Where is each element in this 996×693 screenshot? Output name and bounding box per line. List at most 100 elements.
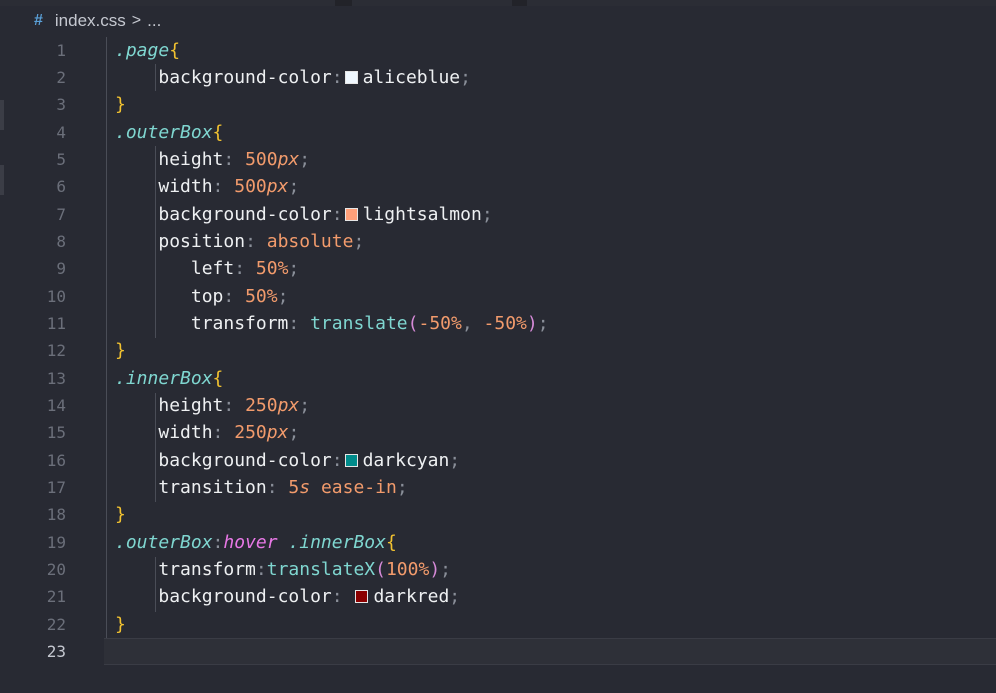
code-line[interactable]: 11 transform: translate(-50%, -50%); (0, 310, 996, 337)
tab-strip-segment (0, 0, 335, 6)
code-line[interactable]: 15 width: 250px; (0, 419, 996, 446)
colon: : (255, 559, 267, 580)
code-text: top: 50%; (115, 283, 289, 310)
keyword: ease-in (320, 477, 397, 498)
colon: : (331, 204, 343, 225)
paren: ( (407, 313, 419, 334)
brace: } (115, 94, 126, 115)
colon: : (223, 149, 235, 170)
number: 100% (385, 559, 430, 580)
function-name: translate (310, 313, 408, 334)
code-text: } (115, 611, 126, 638)
code-text: background-color: darkcyan; (115, 447, 460, 474)
selector: .outerBox (115, 122, 213, 143)
code-line[interactable]: 7 background-color: lightsalmon; (0, 201, 996, 228)
code-line[interactable]: 21 background-color: darkred; (0, 583, 996, 610)
property: transition (158, 477, 267, 498)
semicolon: ; (299, 149, 311, 170)
property: position (158, 231, 246, 252)
line-number: 2 (56, 68, 66, 87)
line-number: 12 (46, 341, 66, 360)
code-line[interactable]: 4 .outerBox{ (0, 119, 996, 146)
brace: } (115, 504, 126, 525)
comma: , (461, 313, 473, 334)
colon: : (288, 313, 300, 334)
number: 5 (288, 477, 300, 498)
number: 500 (234, 176, 267, 197)
brace: { (212, 122, 224, 143)
code-line[interactable]: 1 .page{ (0, 37, 996, 64)
semicolon: ; (440, 559, 452, 580)
code-line[interactable]: 14 height: 250px; (0, 392, 996, 419)
colon: : (331, 67, 343, 88)
code-line[interactable]: 22 } (0, 611, 996, 638)
code-line[interactable]: 3 } (0, 91, 996, 118)
colon: : (212, 422, 224, 443)
code-line[interactable]: 6 width: 500px; (0, 173, 996, 200)
property: width (158, 422, 213, 443)
code-text: } (115, 501, 126, 528)
unit: px (266, 422, 289, 443)
code-line[interactable]: 23 (0, 638, 996, 665)
property: transform (158, 559, 256, 580)
function-name: translateX (266, 559, 376, 580)
colon: : (212, 532, 224, 553)
code-line[interactable]: 9 left: 50%; (0, 255, 996, 282)
code-line[interactable]: 17 transition: 5s ease-in; (0, 474, 996, 501)
selector: .innerBox (115, 368, 213, 389)
value: lightsalmon (362, 204, 482, 225)
colon: : (331, 450, 343, 471)
code-line[interactable]: 8 position: absolute; (0, 228, 996, 255)
css-file-icon: # (34, 12, 43, 29)
color-swatch-aliceblue[interactable] (344, 71, 358, 84)
semicolon: ; (460, 67, 471, 88)
semicolon: ; (277, 286, 289, 307)
code-line[interactable]: 19 .outerBox:hover .innerBox{ (0, 529, 996, 556)
tab-strip-segment (352, 0, 512, 6)
code-text: height: 250px; (115, 392, 310, 419)
unit: px (277, 395, 300, 416)
semicolon: ; (537, 313, 549, 334)
property: background-color (158, 204, 332, 225)
code-line[interactable]: 10 top: 50%; (0, 283, 996, 310)
number: -50% (418, 313, 462, 334)
color-swatch-darkcyan[interactable] (344, 454, 358, 467)
semicolon: ; (299, 395, 311, 416)
paren: ( (375, 559, 386, 580)
number: 250 (234, 422, 267, 443)
property: background-color (158, 450, 332, 471)
color-swatch-lightsalmon[interactable] (344, 208, 358, 221)
line-number: 10 (46, 287, 66, 306)
selector: .page (115, 40, 170, 61)
code-line[interactable]: 2 background-color: aliceblue; (0, 64, 996, 91)
semicolon: ; (288, 422, 300, 443)
code-line[interactable]: 5 height: 500px; (0, 146, 996, 173)
line-number: 9 (56, 259, 66, 278)
code-line[interactable]: 18 } (0, 501, 996, 528)
code-text: .page{ (115, 37, 180, 64)
breadcrumb-file[interactable]: index.css (55, 11, 126, 31)
code-text: background-color: lightsalmon; (115, 201, 493, 228)
code-text: width: 250px; (115, 419, 299, 446)
code-text: background-color: aliceblue; (115, 64, 471, 91)
line-number: 4 (56, 123, 66, 142)
code-text: .innerBox{ (115, 365, 223, 392)
semicolon: ; (481, 204, 493, 225)
code-line[interactable]: 13 .innerBox{ (0, 365, 996, 392)
code-text: } (115, 337, 126, 364)
unit: px (277, 149, 300, 170)
line-number: 22 (46, 615, 66, 634)
chevron-right-icon: > (131, 12, 142, 29)
semicolon: ; (449, 586, 461, 607)
code-line[interactable]: 12 } (0, 337, 996, 364)
selector: .innerBox (288, 532, 386, 553)
line-number: 7 (56, 205, 66, 224)
breadcrumb-more[interactable]: ... (147, 11, 161, 31)
color-swatch-darkred[interactable] (355, 590, 369, 603)
colon: : (234, 258, 246, 279)
semicolon: ; (353, 231, 365, 252)
line-number: 13 (46, 369, 66, 388)
line-number: 5 (56, 150, 66, 169)
code-line[interactable]: 16 background-color: darkcyan; (0, 447, 996, 474)
code-line[interactable]: 20 transform:translateX(100%); (0, 556, 996, 583)
